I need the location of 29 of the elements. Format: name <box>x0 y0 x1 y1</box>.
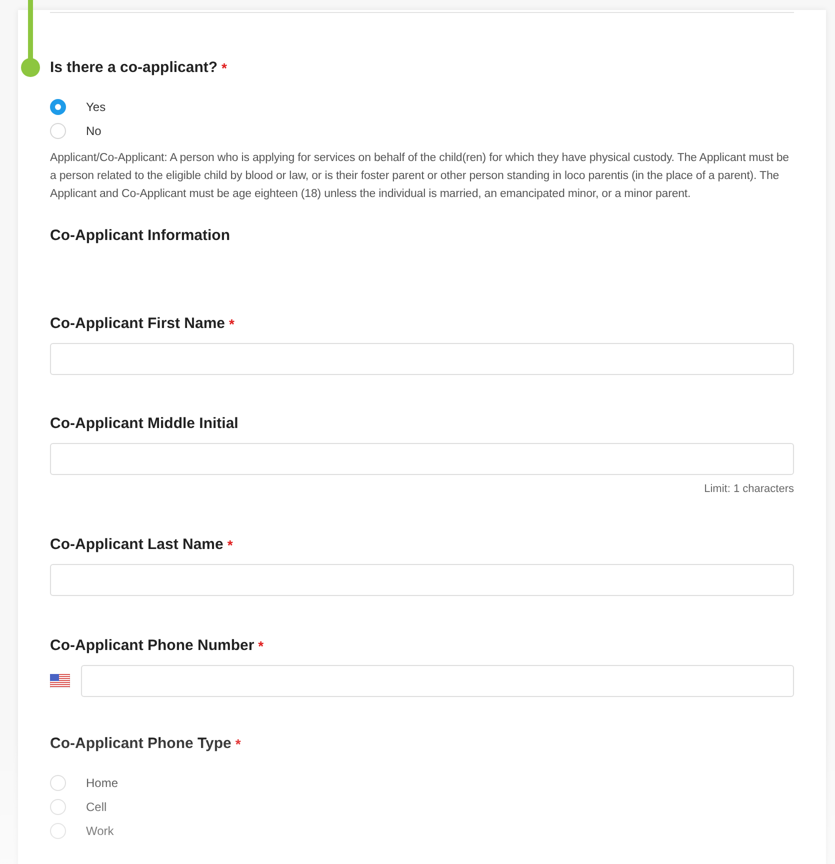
required-mark: * <box>222 59 227 77</box>
field-label: Co-Applicant Middle Initial <box>50 415 238 433</box>
required-mark: * <box>229 315 234 333</box>
text-field[interactable] <box>81 664 794 696</box>
option-label: No <box>86 123 102 140</box>
radio-button[interactable] <box>50 123 66 139</box>
radio-button[interactable] <box>50 798 66 814</box>
character-limit: Limit: 1 characters <box>704 482 794 497</box>
required-mark: * <box>235 734 241 752</box>
field-label: Co-Applicant Phone Type <box>50 734 232 752</box>
text-field[interactable] <box>50 564 794 596</box>
field-label: Is there a co-applicant? <box>50 59 218 77</box>
description-text: Applicant/Co-Applicant: A person who is applying for services on behalf of the child(ren) for which they have physical custody. The Applicant must be a person related to the eligible child by blood or law, or is their foster parent or other person standing in loco parentis (in the place of a parent). The Applicant and Co-Applicant must be age eighteen (18) unless the individual is married, an emancipated minor, or a minor parent. <box>50 151 790 202</box>
radio-button[interactable] <box>50 822 66 838</box>
text-field[interactable] <box>50 443 794 475</box>
option-label: Work <box>86 822 114 840</box>
option-label: Yes <box>86 99 106 116</box>
field-label: Co-Applicant Phone Number <box>50 636 254 654</box>
field-label: Co-Applicant Last Name <box>50 536 224 554</box>
flag-icon <box>50 674 70 688</box>
field-label: Co-Applicant First Name <box>50 315 226 333</box>
radio-button[interactable] <box>50 99 66 115</box>
section-heading: Co-Applicant Information <box>50 227 231 245</box>
radio-button[interactable] <box>50 774 66 790</box>
option-label: Home <box>86 774 118 792</box>
text-field[interactable] <box>50 343 794 375</box>
required-mark: * <box>227 536 233 554</box>
required-mark: * <box>258 636 264 654</box>
option-label: Cell <box>86 798 107 816</box>
